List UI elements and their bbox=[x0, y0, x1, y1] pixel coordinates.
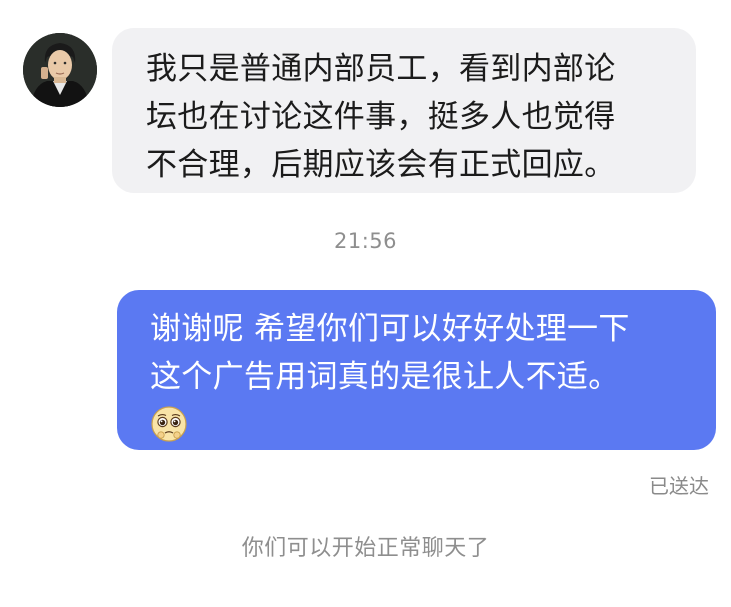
pleading-face-emoji-icon bbox=[150, 405, 188, 443]
contact-avatar[interactable] bbox=[23, 33, 97, 107]
incoming-message-line: 坛也在讨论这件事，挺多人也觉得 bbox=[146, 99, 616, 135]
outgoing-message-line: 谢谢呢 希望你们可以好好处理一下 bbox=[150, 311, 630, 347]
avatar-icon bbox=[23, 33, 97, 107]
incoming-message-line: 不合理，后期应该会有正式回应。 bbox=[146, 147, 616, 183]
message-timestamp: 21:56 bbox=[333, 229, 398, 253]
system-notice: 你们可以开始正常聊天了 bbox=[241, 536, 490, 561]
incoming-message-bubble[interactable]: 我只是普通内部员工，看到内部论 坛也在讨论这件事，挺多人也觉得 不合理，后期应该… bbox=[112, 28, 696, 193]
incoming-message-line: 我只是普通内部员工，看到内部论 bbox=[146, 51, 616, 87]
outgoing-message-line: 这个广告用词真的是很让人不适。 bbox=[150, 359, 620, 395]
delivery-status: 已送达 bbox=[649, 474, 709, 498]
outgoing-message-bubble[interactable]: 谢谢呢 希望你们可以好好处理一下 这个广告用词真的是很让人不适。 bbox=[117, 290, 716, 450]
